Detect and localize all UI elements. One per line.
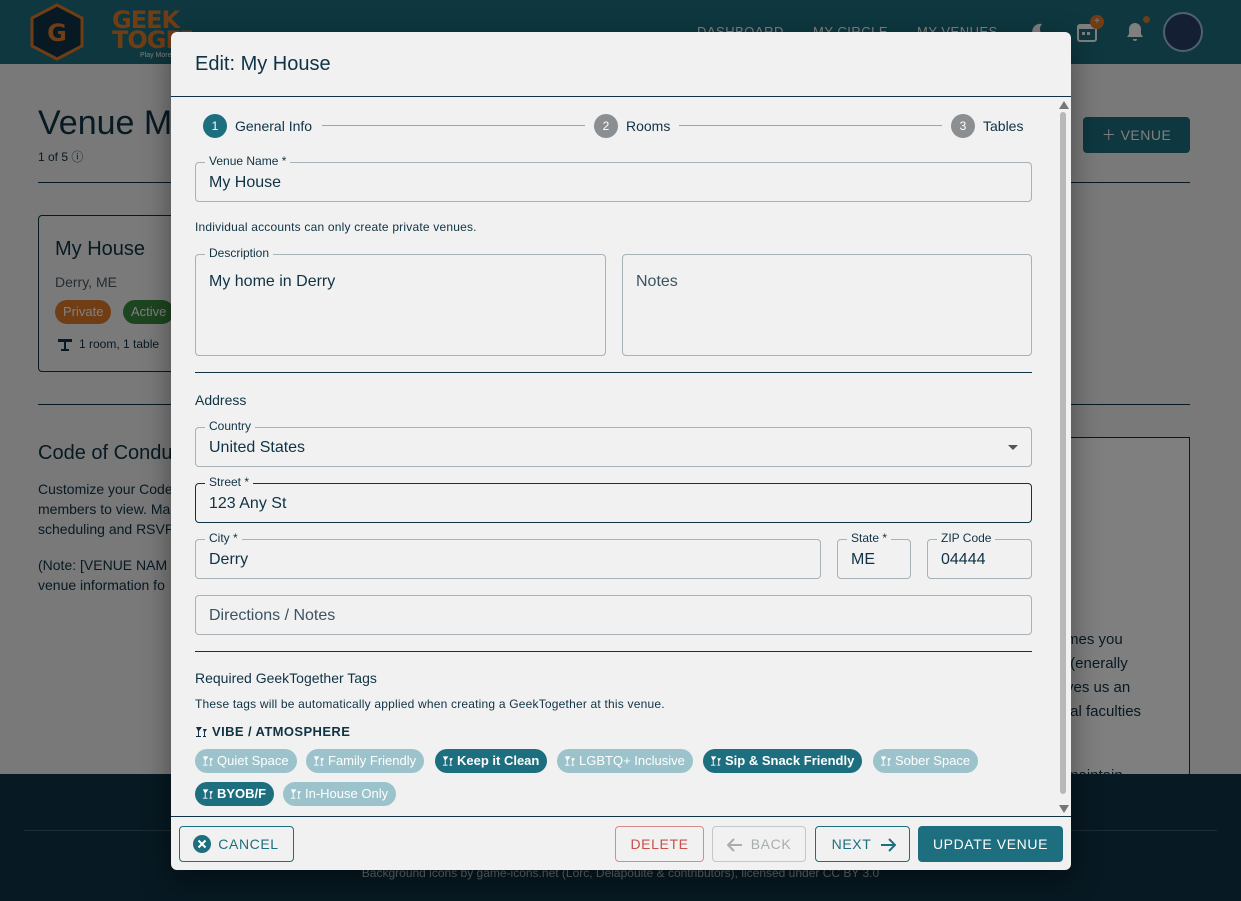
zip-label: ZIP Code [937, 531, 996, 545]
tag-label: Family Friendly [328, 753, 417, 768]
update-venue-button[interactable]: UPDATE VENUE [918, 826, 1063, 862]
delete-button[interactable]: DELETE [615, 826, 704, 862]
drink-icon [290, 789, 302, 799]
tag-label: Quiet Space [217, 753, 289, 768]
scroll-down-arrow-icon[interactable] [1059, 805, 1069, 813]
drink-icon [196, 726, 207, 737]
tags-heading: Required GeekTogether Tags [195, 670, 377, 686]
vibe-heading: VIBE / ATMOSPHERE [195, 724, 350, 739]
cancel-label: CANCEL [218, 836, 279, 852]
description-value: My home in Derry [209, 273, 336, 290]
dialog-title: Edit: My House [195, 53, 331, 75]
drink-icon [564, 756, 576, 766]
address-heading: Address [195, 392, 247, 408]
tag-in-house-only[interactable]: In-House Only [283, 782, 397, 806]
drink-icon [313, 756, 325, 766]
directions-placeholder: Directions / Notes [209, 607, 336, 624]
country-label: Country [205, 419, 256, 433]
step-number: 1 [203, 114, 227, 138]
notes-field[interactable]: Notes [622, 254, 1032, 356]
description-label: Description [205, 246, 274, 260]
arrow-left-icon [727, 838, 742, 852]
section-divider [195, 372, 1032, 373]
tags-helper: These tags will be automatically applied… [195, 697, 665, 711]
street-field[interactable]: Street * 123 Any St [195, 475, 1032, 523]
tag-label: Keep it Clean [457, 753, 540, 768]
tag-label: LGBTQ+ Inclusive [579, 753, 685, 768]
vibe-heading-label: VIBE / ATMOSPHERE [212, 724, 351, 739]
venue-name-helper: Individual accounts can only create priv… [195, 220, 477, 234]
dialog-header-divider [171, 96, 1071, 97]
city-label: City * [205, 531, 242, 545]
delete-label: DELETE [630, 836, 689, 852]
step-connector [322, 125, 585, 126]
tag-keep-it-clean[interactable]: Keep it Clean [435, 749, 548, 773]
drink-icon [880, 756, 892, 766]
venue-name-value: My House [209, 174, 282, 191]
drink-icon [710, 756, 722, 766]
back-label: BACK [750, 836, 792, 852]
dialog-footer-divider [171, 816, 1071, 817]
tag-sip-snack-friendly[interactable]: Sip & Snack Friendly [703, 749, 863, 773]
step-label: General Info [235, 118, 313, 134]
venue-name-label: Venue Name * [205, 154, 291, 168]
chevron-down-icon [1008, 445, 1018, 450]
description-field[interactable]: Description My home in Derry [195, 246, 606, 356]
update-venue-label: UPDATE VENUE [932, 836, 1049, 852]
country-select[interactable]: Country United States [195, 419, 1032, 467]
back-button[interactable]: BACK [712, 826, 806, 862]
country-value: United States [209, 439, 306, 456]
state-label: State * [847, 531, 892, 545]
state-value: ME [851, 551, 875, 568]
tag-sober-space[interactable]: Sober Space [873, 749, 979, 773]
arrow-right-icon [881, 838, 896, 852]
step-connector [679, 125, 942, 126]
step-number: 2 [594, 114, 618, 138]
step-rooms[interactable]: 2 Rooms [594, 114, 670, 138]
tag-label: Sober Space [895, 753, 971, 768]
tag-quiet-space[interactable]: Quiet Space [195, 749, 297, 773]
city-value: Derry [209, 551, 249, 568]
section-divider [195, 651, 1032, 652]
tag-label: Sip & Snack Friendly [725, 753, 855, 768]
next-button[interactable]: NEXT [815, 826, 910, 862]
step-label: Rooms [626, 118, 671, 134]
cancel-circle-icon [193, 835, 211, 853]
tag-label: BYOB/F [217, 786, 267, 801]
venue-name-field[interactable]: Venue Name * My House [195, 154, 1032, 202]
step-tables[interactable]: 3 Tables [951, 114, 1023, 138]
tag-byob[interactable]: BYOB/F [195, 782, 275, 806]
step-number: 3 [951, 114, 975, 138]
zip-value: 04444 [941, 551, 986, 568]
street-value: 123 Any St [209, 495, 287, 512]
tag-label: In-House Only [305, 786, 389, 801]
tag-family-friendly[interactable]: Family Friendly [306, 749, 425, 773]
directions-field[interactable]: Directions / Notes [195, 595, 1032, 635]
scrollbar-thumb[interactable] [1060, 112, 1066, 794]
state-field[interactable]: State * ME [837, 531, 911, 579]
street-label: Street * [205, 475, 254, 489]
step-general-info[interactable]: 1 General Info [203, 114, 312, 138]
drink-icon [202, 756, 214, 766]
tag-lgbtq-inclusive[interactable]: LGBTQ+ Inclusive [557, 749, 693, 773]
notes-placeholder: Notes [636, 273, 678, 290]
edit-venue-dialog: Edit: My House 1 General Info 2 Rooms 3 … [171, 32, 1071, 870]
zip-field[interactable]: ZIP Code 04444 [927, 531, 1032, 579]
cancel-button[interactable]: CANCEL [179, 826, 294, 862]
scroll-up-arrow-icon[interactable] [1059, 101, 1069, 109]
city-field[interactable]: City * Derry [195, 531, 821, 579]
step-label: Tables [983, 118, 1024, 134]
drink-icon [442, 756, 454, 766]
drink-icon [202, 789, 214, 799]
next-label: NEXT [831, 836, 872, 852]
